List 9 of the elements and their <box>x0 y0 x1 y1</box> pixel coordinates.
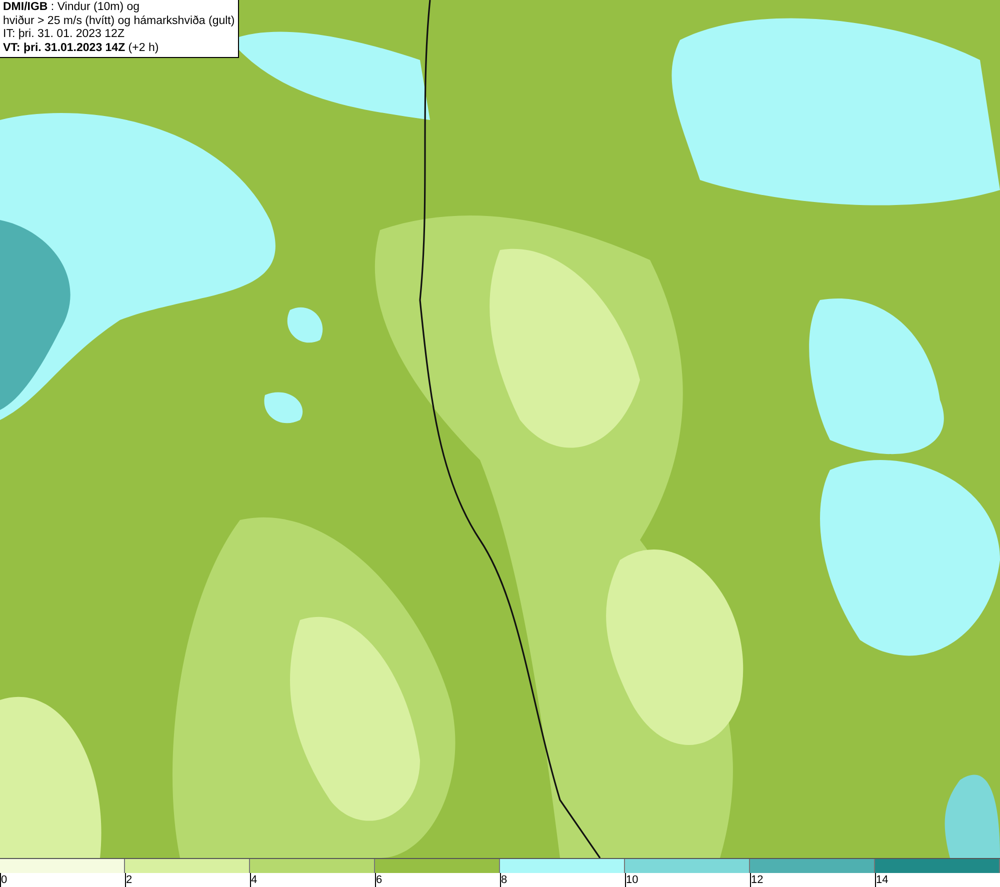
scale-label: 12 <box>750 873 875 887</box>
scale-label: 10 <box>625 873 750 887</box>
scale-label: 8 <box>500 873 625 887</box>
map-info-text: DMI/IGB : Vindur (10m) og hviður > 25 m/s (hvítt) og hámarkshviða (gult) IT: þri. 31. 01. 2023 12Z VT: þri. 31.01.2023 14Z (+2 h) <box>0 0 239 58</box>
scale-label: 6 <box>375 873 500 887</box>
scale-label: 4 <box>250 873 375 887</box>
scale-label: 14 <box>875 873 1000 887</box>
scale-label: 2 <box>125 873 250 887</box>
scale-label: 0 <box>0 873 125 887</box>
